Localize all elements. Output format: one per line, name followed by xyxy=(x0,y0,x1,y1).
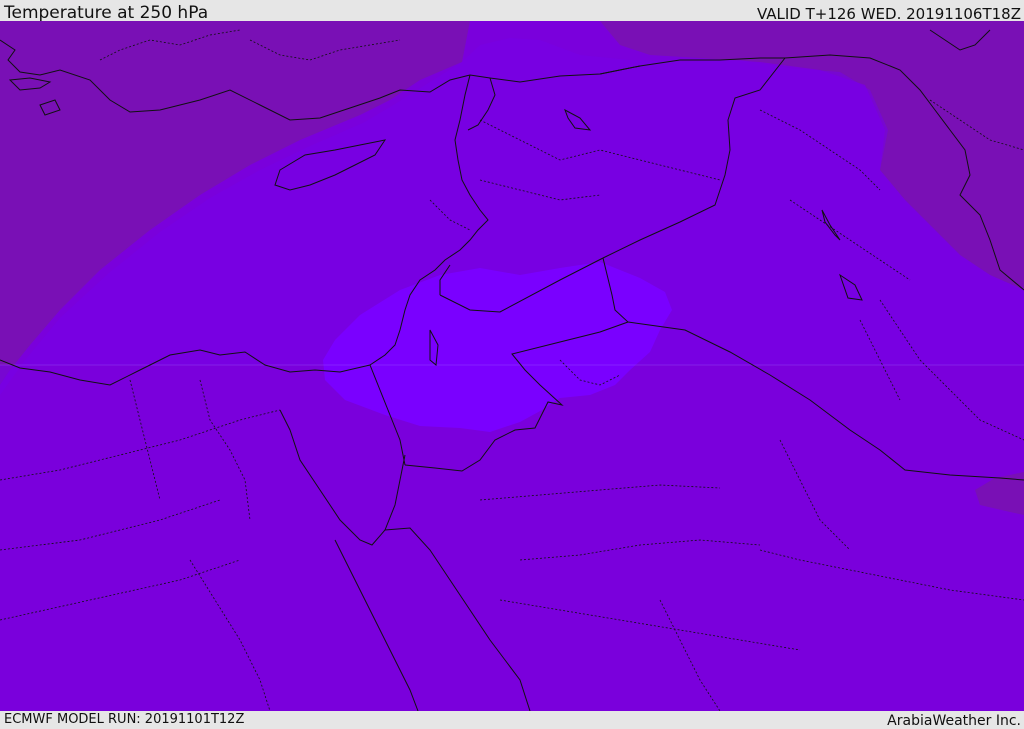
header-bar: Temperature at 250 hPa VALID T+126 WED. … xyxy=(0,0,1024,23)
map-title: Temperature at 250 hPa xyxy=(4,3,209,23)
model-run: ECMWF MODEL RUN: 20191101T12Z xyxy=(4,712,245,727)
weather-map[interactable] xyxy=(0,21,1024,711)
footer-bar: ECMWF MODEL RUN: 20191101T12Z ArabiaWeat… xyxy=(0,711,1024,729)
credit: ArabiaWeather Inc. xyxy=(887,713,1021,729)
